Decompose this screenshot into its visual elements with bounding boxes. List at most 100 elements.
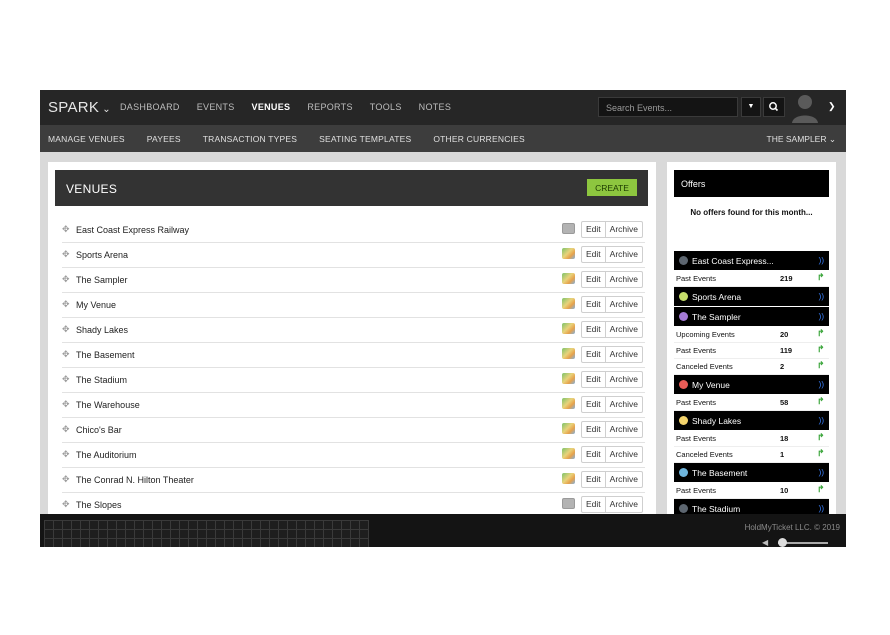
rss-feed-icon[interactable]: )): [819, 256, 824, 265]
edit-button[interactable]: Edit: [582, 397, 606, 412]
search-input[interactable]: Search Events...: [598, 97, 738, 117]
drag-handle-icon[interactable]: ✥: [62, 249, 70, 260]
nav-reports[interactable]: REPORTS: [307, 102, 352, 112]
subnav-transaction-types[interactable]: TRANSACTION TYPES: [203, 134, 297, 144]
go-arrow-icon[interactable]: ↱: [817, 432, 825, 443]
map-icon[interactable]: [562, 273, 575, 284]
map-icon[interactable]: [562, 473, 575, 484]
edit-button[interactable]: Edit: [582, 297, 606, 312]
venue-color-dot: [679, 312, 688, 321]
subnav-payees[interactable]: PAYEES: [147, 134, 181, 144]
go-arrow-icon[interactable]: ↱: [817, 272, 825, 283]
account-switcher[interactable]: THE SAMPLER ⌄: [767, 134, 837, 145]
sidebar-venue-header[interactable]: Sports Arena)): [674, 287, 829, 306]
footer: HoldMyTicket LLC. © 2019 ◀: [40, 514, 846, 547]
rss-feed-icon[interactable]: )): [819, 380, 824, 389]
nav-dashboard[interactable]: DASHBOARD: [120, 102, 180, 112]
volume-slider-handle[interactable]: [778, 538, 787, 547]
drag-handle-icon[interactable]: ✥: [62, 424, 70, 435]
sidebar-venue-header[interactable]: Shady Lakes)): [674, 411, 829, 430]
map-placeholder-icon[interactable]: [562, 498, 575, 509]
drag-handle-icon[interactable]: ✥: [62, 449, 70, 460]
nav-events[interactable]: EVENTS: [197, 102, 235, 112]
brand-menu[interactable]: SPARK ⌄: [48, 99, 111, 116]
sidebar-venue-name: My Venue: [692, 380, 730, 390]
edit-button[interactable]: Edit: [582, 347, 606, 362]
stat-count: 119: [780, 346, 793, 355]
map-placeholder-icon[interactable]: [562, 223, 575, 234]
stat-label: Past Events: [676, 486, 717, 495]
map-icon[interactable]: [562, 448, 575, 459]
drag-handle-icon[interactable]: ✥: [62, 374, 70, 385]
no-offers-message: No offers found for this month...: [690, 208, 813, 217]
archive-button[interactable]: Archive: [606, 322, 642, 337]
subnav-seating-templates[interactable]: SEATING TEMPLATES: [319, 134, 411, 144]
stat-count: 18: [780, 434, 789, 443]
go-arrow-icon[interactable]: ↱: [817, 484, 825, 495]
drag-handle-icon[interactable]: ✥: [62, 299, 70, 310]
go-arrow-icon[interactable]: ↱: [817, 396, 825, 407]
map-icon[interactable]: [562, 423, 575, 434]
search-icon: [769, 102, 779, 112]
drag-handle-icon[interactable]: ✥: [62, 324, 70, 335]
drag-handle-icon[interactable]: ✥: [62, 474, 70, 485]
subnav-other-currencies[interactable]: OTHER CURRENCIES: [433, 134, 525, 144]
drag-handle-icon[interactable]: ✥: [62, 399, 70, 410]
archive-button[interactable]: Archive: [606, 222, 642, 237]
archive-button[interactable]: Archive: [606, 247, 642, 262]
archive-button[interactable]: Archive: [606, 272, 642, 287]
map-icon[interactable]: [562, 298, 575, 309]
go-arrow-icon[interactable]: ↱: [817, 328, 825, 339]
nav-venues[interactable]: VENUES: [252, 102, 291, 112]
edit-button[interactable]: Edit: [582, 272, 606, 287]
go-arrow-icon[interactable]: ↱: [817, 344, 825, 355]
map-icon[interactable]: [562, 248, 575, 259]
drag-handle-icon[interactable]: ✥: [62, 499, 70, 510]
create-venue-button[interactable]: CREATE: [587, 179, 637, 196]
avatar[interactable]: [790, 92, 820, 123]
archive-button[interactable]: Archive: [606, 422, 642, 437]
map-icon[interactable]: [562, 323, 575, 334]
archive-button[interactable]: Archive: [606, 347, 642, 362]
venue-actions: Edit Archive: [581, 421, 643, 438]
edit-button[interactable]: Edit: [582, 497, 606, 512]
sidebar-stat-row: Past Events 219 ↱: [674, 271, 829, 287]
rss-feed-icon[interactable]: )): [819, 468, 824, 477]
go-arrow-icon[interactable]: ↱: [817, 360, 825, 371]
map-icon[interactable]: [562, 373, 575, 384]
edit-button[interactable]: Edit: [582, 422, 606, 437]
rss-feed-icon[interactable]: )): [819, 312, 824, 321]
drag-handle-icon[interactable]: ✥: [62, 349, 70, 360]
venue-actions: Edit Archive: [581, 371, 643, 388]
nav-notes[interactable]: NOTES: [419, 102, 452, 112]
drag-handle-icon[interactable]: ✥: [62, 224, 70, 235]
edit-button[interactable]: Edit: [582, 247, 606, 262]
archive-button[interactable]: Archive: [606, 472, 642, 487]
search-dropdown-button[interactable]: ▼: [741, 97, 761, 117]
archive-button[interactable]: Archive: [606, 397, 642, 412]
edit-button[interactable]: Edit: [582, 447, 606, 462]
sidebar-venue-header[interactable]: The Sampler)): [674, 307, 829, 326]
edit-button[interactable]: Edit: [582, 322, 606, 337]
drag-handle-icon[interactable]: ✥: [62, 274, 70, 285]
sidebar-venue-header[interactable]: My Venue)): [674, 375, 829, 394]
edit-button[interactable]: Edit: [582, 222, 606, 237]
sidebar-venue-header[interactable]: East Coast Express...)): [674, 251, 829, 270]
map-icon[interactable]: [562, 398, 575, 409]
archive-button[interactable]: Archive: [606, 447, 642, 462]
archive-button[interactable]: Archive: [606, 372, 642, 387]
sidebar-venue-header[interactable]: The Basement)): [674, 463, 829, 482]
rss-feed-icon[interactable]: )): [819, 504, 824, 513]
go-arrow-icon[interactable]: ↱: [817, 448, 825, 459]
edit-button[interactable]: Edit: [582, 472, 606, 487]
subnav-manage-venues[interactable]: MANAGE VENUES: [48, 134, 125, 144]
edit-button[interactable]: Edit: [582, 372, 606, 387]
archive-button[interactable]: Archive: [606, 497, 642, 512]
archive-button[interactable]: Archive: [606, 297, 642, 312]
search-button[interactable]: [763, 97, 785, 117]
map-icon[interactable]: [562, 348, 575, 359]
user-menu-chevron-icon[interactable]: ❯: [828, 101, 836, 112]
nav-tools[interactable]: TOOLS: [370, 102, 402, 112]
rss-feed-icon[interactable]: )): [819, 292, 824, 301]
rss-feed-icon[interactable]: )): [819, 416, 824, 425]
